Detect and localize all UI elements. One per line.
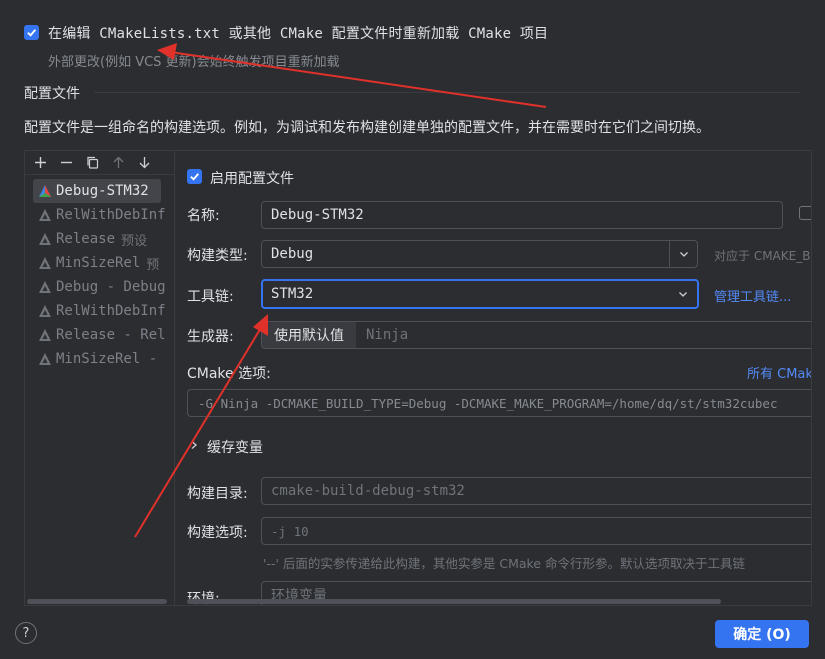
build-type-label: 构建类型: <box>187 248 248 264</box>
horizontal-scrollbar[interactable] <box>175 597 811 605</box>
checkmark-icon <box>190 173 200 181</box>
profile-item[interactable]: RelWithDebInf <box>25 299 174 323</box>
build-options-label: 构建选项: <box>187 525 248 541</box>
profiles-toolbar <box>25 151 174 175</box>
ok-button[interactable]: 确定 (O) <box>715 620 809 648</box>
build-type-select[interactable]: Debug <box>261 240 698 268</box>
cmake-icon <box>39 233 51 245</box>
build-dir-field[interactable]: cmake-build-debug-stm32 <box>261 477 811 505</box>
name-field[interactable]: Debug-STM32 <box>261 201 783 229</box>
reload-checkbox[interactable] <box>24 25 39 40</box>
build-type-value: Debug <box>271 246 314 262</box>
build-options-field[interactable]: -j 10 <box>261 517 811 545</box>
generator-field[interactable]: 使用默认值 Ninja <box>261 321 811 349</box>
section-divider <box>94 92 800 93</box>
profile-name: RelWithDebInf <box>56 207 166 223</box>
profile-name: Debug-STM32 <box>56 183 149 199</box>
generator-label: 生成器: <box>187 329 234 345</box>
name-label: 名称: <box>187 208 220 224</box>
enable-profile-label[interactable]: 启用配置文件 <box>210 168 294 188</box>
cmake-icon <box>39 329 51 341</box>
profile-item[interactable]: Release - Rel <box>25 323 174 347</box>
reload-hint: 外部更改(例如 VCS 更新)会始终触发项目重新加载 <box>48 55 340 70</box>
cmake-icon <box>39 305 51 317</box>
chevron-down-icon[interactable] <box>669 281 697 307</box>
toolchain-select[interactable]: STM32 <box>261 279 699 309</box>
cmake-options-label: CMake 选项: <box>187 366 271 382</box>
cmake-icon <box>39 209 51 221</box>
reload-checkbox-label[interactable]: 在编辑 CMakeLists.txt 或其他 CMake 配置文件时重新加载 C… <box>48 23 548 43</box>
copy-icon[interactable] <box>81 152 103 174</box>
profiles-list: Debug-STM32 RelWithDebInf Release 预设 MinSize… <box>25 175 174 371</box>
generator-value: Ninja <box>366 327 409 343</box>
arrow-up-icon[interactable] <box>107 152 129 174</box>
profile-name: Release - Rel <box>56 327 166 343</box>
profile-name: RelWithDebInf <box>56 303 166 319</box>
enable-profile-checkbox[interactable] <box>187 169 202 184</box>
profile-name: Release <box>56 231 116 247</box>
profile-hint: 预 <box>146 257 160 273</box>
toolchain-label: 工具链: <box>187 289 234 305</box>
profile-name: MinSizeRel <box>56 255 141 271</box>
profile-hint: 预设 <box>121 233 148 249</box>
all-cmake-options-link[interactable]: 所有 CMak <box>747 363 811 382</box>
horizontal-scrollbar[interactable] <box>25 598 174 605</box>
manage-toolchains-link[interactable]: 管理工具链... <box>714 286 791 305</box>
shared-checkbox[interactable] <box>799 206 811 220</box>
chevron-right-icon[interactable] <box>189 438 199 454</box>
build-dir-label: 构建目录: <box>187 486 248 502</box>
profile-item[interactable]: Debug - Debug <box>25 275 174 299</box>
arrow-down-icon[interactable] <box>133 152 155 174</box>
checkmark-icon <box>27 29 37 37</box>
minus-icon[interactable] <box>55 152 77 174</box>
profile-item[interactable]: Debug-STM32 <box>33 179 161 203</box>
profile-item[interactable]: MinSizeRel - <box>25 347 174 371</box>
cmake-icon <box>39 281 51 293</box>
help-button[interactable]: ? <box>15 622 37 644</box>
plus-icon[interactable] <box>29 152 51 174</box>
profile-item[interactable]: MinSizeRel 预 <box>25 251 174 275</box>
profiles-list-panel: Debug-STM32 RelWithDebInf Release 预设 MinSize… <box>24 150 174 606</box>
profile-item[interactable]: RelWithDebInf <box>25 203 174 227</box>
cmake-icon <box>39 185 51 197</box>
profile-name: MinSizeRel - <box>56 351 158 367</box>
build-options-hint: '--' 后面的实参传递给此构建，其他实参是 CMake 命令行形参。默认选项取… <box>263 556 745 571</box>
profile-details-panel: 启用配置文件 名称: Debug-STM32 构建类型: Debug 对应于 C… <box>174 150 812 606</box>
use-default-button[interactable]: 使用默认值 <box>262 322 356 348</box>
cmake-options-field[interactable]: -G Ninja -DCMAKE_BUILD_TYPE=Debug -DCMAK… <box>187 389 811 417</box>
build-type-hint: 对应于 CMAKE_B <box>714 249 811 263</box>
cache-variables-toggle[interactable]: 缓存变量 <box>207 437 263 457</box>
profile-item[interactable]: Release 预设 <box>25 227 174 251</box>
cmake-icon <box>39 353 51 365</box>
toolchain-value: STM32 <box>271 286 314 302</box>
profiles-section-title: 配置文件 <box>24 86 80 102</box>
cmake-icon <box>39 257 51 269</box>
chevron-down-icon[interactable] <box>669 241 697 267</box>
profile-name: Debug - Debug <box>56 279 166 295</box>
profiles-description: 配置文件是一组命名的构建选项。例如，为调试和发布构建创建单独的配置文件，并在需要… <box>24 120 710 136</box>
